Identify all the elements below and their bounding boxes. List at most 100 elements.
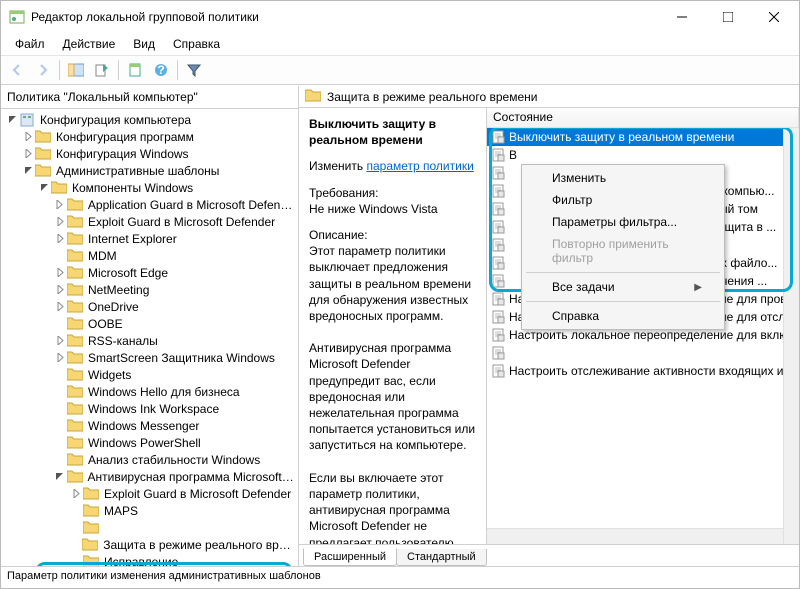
tree-item[interactable]: Windows PowerShell	[1, 434, 298, 451]
tree-item-label: Конфигурация программ	[54, 130, 196, 144]
folder-icon	[67, 402, 83, 416]
policy-list-item[interactable]: Настроить отслеживание активности входящ…	[487, 362, 799, 380]
tree-item[interactable]: MDM	[1, 247, 298, 264]
menu-view[interactable]: Вид	[125, 35, 163, 53]
window-title: Редактор локальной групповой политики	[31, 10, 659, 24]
edit-policy-link[interactable]: параметр политики	[366, 159, 473, 173]
tree-item[interactable]: Windows Messenger	[1, 417, 298, 434]
tree-item[interactable]: NetMeeting	[1, 281, 298, 298]
expand-icon[interactable]	[21, 149, 35, 158]
policy-icon	[491, 202, 505, 216]
context-menu-item[interactable]: Фильтр	[524, 189, 722, 211]
show-hide-tree-button[interactable]	[64, 58, 88, 82]
expand-icon[interactable]	[53, 217, 67, 226]
context-menu-label: Изменить	[552, 171, 606, 185]
policy-list-item[interactable]: В	[487, 146, 799, 164]
tree-item[interactable]: OOBE	[1, 315, 298, 332]
column-state[interactable]: Состояние	[487, 108, 799, 127]
tree-item[interactable]	[1, 519, 298, 536]
policy-list-item[interactable]	[487, 344, 799, 362]
tree-item[interactable]: Административные шаблоны	[1, 162, 298, 179]
vertical-scrollbar[interactable]	[783, 128, 799, 544]
context-menu-item[interactable]: Параметры фильтра...	[524, 211, 722, 233]
tree-item[interactable]: SmartScreen Защитника Windows	[1, 349, 298, 366]
help-button[interactable]: ?	[149, 58, 173, 82]
tree-item[interactable]: Exploit Guard в Microsoft Defender	[1, 213, 298, 230]
export-list-button[interactable]	[90, 58, 114, 82]
list-rows[interactable]: ИзменитьФильтрПараметры фильтра...Повтор…	[487, 128, 799, 544]
refresh-button[interactable]	[123, 58, 147, 82]
tree-item[interactable]: OneDrive	[1, 298, 298, 315]
forward-button[interactable]	[31, 58, 55, 82]
context-menu-item[interactable]: Все задачи▶	[524, 276, 722, 298]
tree-header: Политика "Локальный компьютер"	[1, 86, 298, 109]
expand-icon[interactable]	[53, 234, 67, 243]
filter-button[interactable]	[182, 58, 206, 82]
expand-icon[interactable]	[53, 200, 67, 209]
svg-text:?: ?	[157, 63, 164, 77]
folder-icon	[305, 88, 321, 105]
policy-list-item[interactable]: Выключить защиту в реальном времени	[487, 128, 799, 146]
tree-item[interactable]: Конфигурация программ	[1, 128, 298, 145]
folder-icon	[67, 266, 83, 280]
tree-item[interactable]: Анализ стабильности Windows	[1, 451, 298, 468]
tree-item[interactable]: Компоненты Windows	[1, 179, 298, 196]
tree-item[interactable]: Windows Hello для бизнеса	[1, 383, 298, 400]
folder-icon	[67, 453, 83, 467]
toolbar-separator	[118, 60, 119, 80]
tree-item[interactable]: Windows Ink Workspace	[1, 400, 298, 417]
back-button[interactable]	[5, 58, 29, 82]
context-menu-item[interactable]: Изменить	[524, 167, 722, 189]
expand-icon[interactable]	[53, 302, 67, 311]
tree-item[interactable]: Application Guard в Microsoft Defender	[1, 196, 298, 213]
tree-item[interactable]: Конфигурация Windows	[1, 145, 298, 162]
policy-icon	[491, 130, 505, 144]
tab-extended[interactable]: Расширенный	[303, 548, 397, 566]
horizontal-scrollbar[interactable]	[487, 528, 783, 544]
close-button[interactable]	[751, 1, 797, 33]
tree-item[interactable]: Конфигурация компьютера	[1, 111, 298, 128]
collapse-icon[interactable]	[21, 166, 35, 175]
tree-item[interactable]: Защита в режиме реального времен	[1, 536, 298, 553]
tree-item-label: Исправление	[102, 555, 180, 567]
tree-item[interactable]: Internet Explorer	[1, 230, 298, 247]
collapse-icon[interactable]	[5, 115, 19, 124]
folder-icon	[67, 198, 83, 212]
context-menu-label: Справка	[552, 309, 599, 323]
tree-item-label: Конфигурация компьютера	[38, 113, 193, 127]
folder-icon	[67, 419, 83, 433]
tree-item[interactable]: MAPS	[1, 502, 298, 519]
tab-standard[interactable]: Стандартный	[396, 549, 487, 566]
expand-icon[interactable]	[53, 336, 67, 345]
tree-item[interactable]: Исправление	[1, 553, 298, 566]
minimize-button[interactable]	[659, 1, 705, 33]
policy-icon	[491, 166, 505, 180]
tree-item-label: Exploit Guard в Microsoft Defender	[86, 215, 277, 229]
policy-tree[interactable]: Конфигурация компьютера Конфигурация прог…	[1, 109, 298, 566]
expand-icon[interactable]	[53, 285, 67, 294]
tree-item[interactable]: RSS-каналы	[1, 332, 298, 349]
context-menu-item[interactable]: Справка	[524, 305, 722, 327]
expand-icon[interactable]	[69, 489, 83, 498]
expand-icon[interactable]	[53, 353, 67, 362]
tree-item[interactable]: Антивирусная программа Microsoft Def	[1, 468, 298, 485]
menu-action[interactable]: Действие	[55, 35, 124, 53]
tree-item-label: MAPS	[102, 504, 140, 518]
menu-help[interactable]: Справка	[165, 35, 228, 53]
tree-item-label: Windows Ink Workspace	[86, 402, 221, 416]
collapse-icon[interactable]	[53, 472, 67, 481]
tree-item[interactable]: Microsoft Edge	[1, 264, 298, 281]
expand-icon[interactable]	[21, 132, 35, 141]
tree-pane: Политика "Локальный компьютер" Конфигура…	[1, 86, 299, 566]
expand-icon[interactable]	[53, 268, 67, 277]
menu-file[interactable]: Файл	[7, 35, 53, 53]
maximize-button[interactable]	[705, 1, 751, 33]
tree-item[interactable]: Exploit Guard в Microsoft Defender	[1, 485, 298, 502]
list-header: Состояние	[487, 108, 799, 128]
tree-item-label: MDM	[86, 249, 119, 263]
tree-item[interactable]: Widgets	[1, 366, 298, 383]
tree-item-label: Microsoft Edge	[86, 266, 170, 280]
policy-icon	[491, 364, 505, 378]
tree-item-label: SmartScreen Защитника Windows	[86, 351, 277, 365]
collapse-icon[interactable]	[37, 183, 51, 192]
